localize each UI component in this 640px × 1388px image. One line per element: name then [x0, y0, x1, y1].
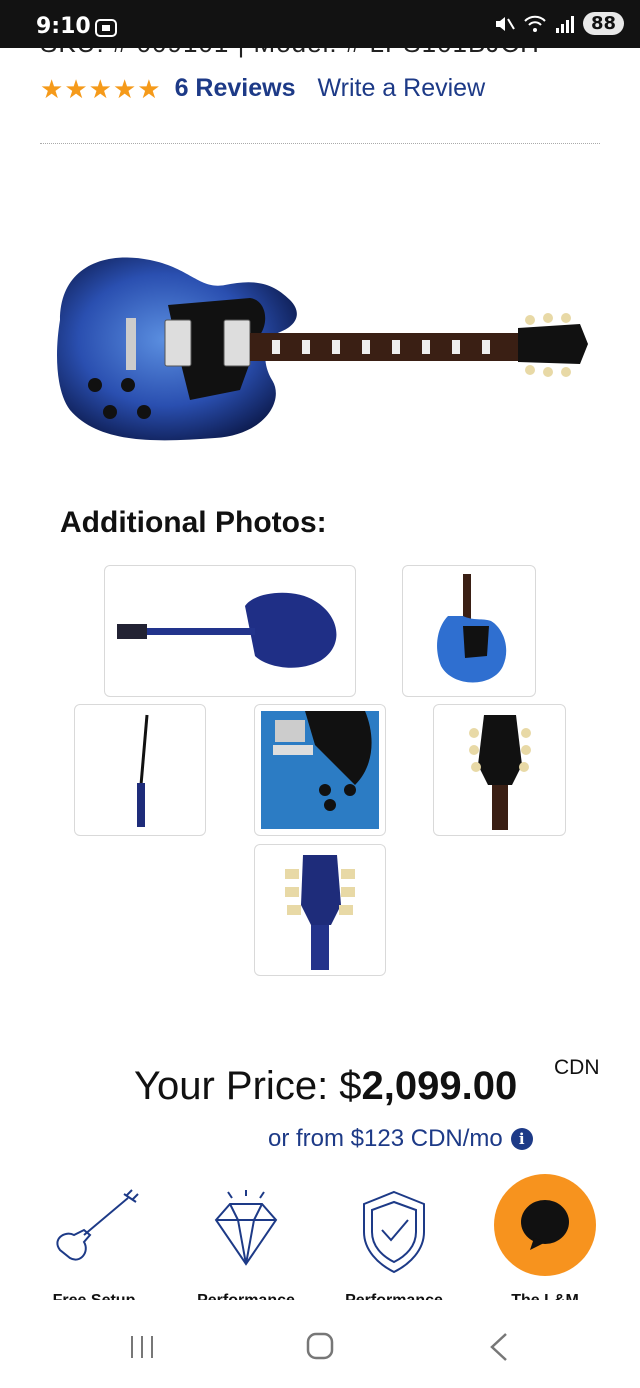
- battery-indicator: 88: [582, 12, 624, 35]
- rating-row: ★ ★ ★ ★ ★ 6 Reviews Write a Review: [40, 74, 485, 103]
- star-icon: ★: [112, 73, 137, 104]
- guitar-icon: [56, 1189, 139, 1261]
- status-time: 9:10: [36, 14, 91, 39]
- feature-performance-1[interactable]: Performance: [176, 1180, 316, 1309]
- signal-icon: [555, 15, 574, 33]
- write-review-link[interactable]: Write a Review: [317, 74, 485, 103]
- photo-thumbnail[interactable]: [254, 704, 386, 836]
- headstock-front-image: [469, 715, 531, 830]
- diamond-icon: [214, 1190, 278, 1266]
- guitar-body-closeup-image: [261, 711, 379, 829]
- back-icon[interactable]: [488, 1332, 510, 1362]
- financing-link[interactable]: or from $123 CDN/mo i: [268, 1125, 533, 1153]
- recent-apps-icon[interactable]: [128, 1334, 156, 1360]
- star-rating: ★ ★ ★ ★ ★: [40, 75, 161, 103]
- star-icon: ★: [88, 73, 112, 104]
- chat-button[interactable]: [494, 1174, 596, 1276]
- star-icon: ★: [64, 73, 88, 104]
- feature-free-setup[interactable]: Free Setup: [24, 1180, 164, 1309]
- info-icon[interactable]: i: [510, 1128, 533, 1150]
- price-currency: CDN: [554, 1056, 600, 1079]
- photo-thumbnail[interactable]: [402, 565, 536, 697]
- headstock-back-image: [285, 855, 355, 970]
- status-bar: 9:10 88: [0, 0, 640, 48]
- guitar-side-image: [137, 714, 149, 827]
- photo-thumbnail[interactable]: [433, 704, 566, 836]
- star-icon: ★: [40, 73, 64, 104]
- photo-thumbnail[interactable]: [104, 565, 356, 697]
- photo-thumbnail[interactable]: [74, 704, 206, 836]
- reviews-count-link[interactable]: 6 Reviews: [175, 74, 296, 103]
- guitar-back-image: [117, 592, 337, 668]
- mute-icon: [495, 16, 515, 31]
- feature-performance-2[interactable]: Performance: [324, 1180, 464, 1309]
- wifi-icon: [524, 15, 546, 32]
- photo-thumbnail[interactable]: [254, 844, 386, 976]
- chat-icon: [521, 1200, 569, 1250]
- divider: [40, 143, 600, 144]
- guitar-front-image: [437, 574, 507, 683]
- financing-text[interactable]: or from $123 CDN/mo: [268, 1125, 503, 1153]
- additional-photos-heading: Additional Photos:: [60, 506, 327, 539]
- status-icons: 88: [493, 12, 624, 35]
- star-icon: ★: [137, 73, 161, 104]
- currency-symbol: $: [339, 1064, 362, 1108]
- price-label-text: Your Price:: [134, 1064, 340, 1108]
- home-icon[interactable]: [306, 1332, 334, 1360]
- shield-check-icon: [363, 1190, 425, 1274]
- system-nav-bar: [0, 1300, 640, 1388]
- price-amount: 2,099.00: [361, 1064, 518, 1108]
- screenshot-icon: [95, 19, 117, 37]
- product-main-image[interactable]: [40, 240, 600, 450]
- your-price: Your Price: $2,099.00: [134, 1064, 517, 1109]
